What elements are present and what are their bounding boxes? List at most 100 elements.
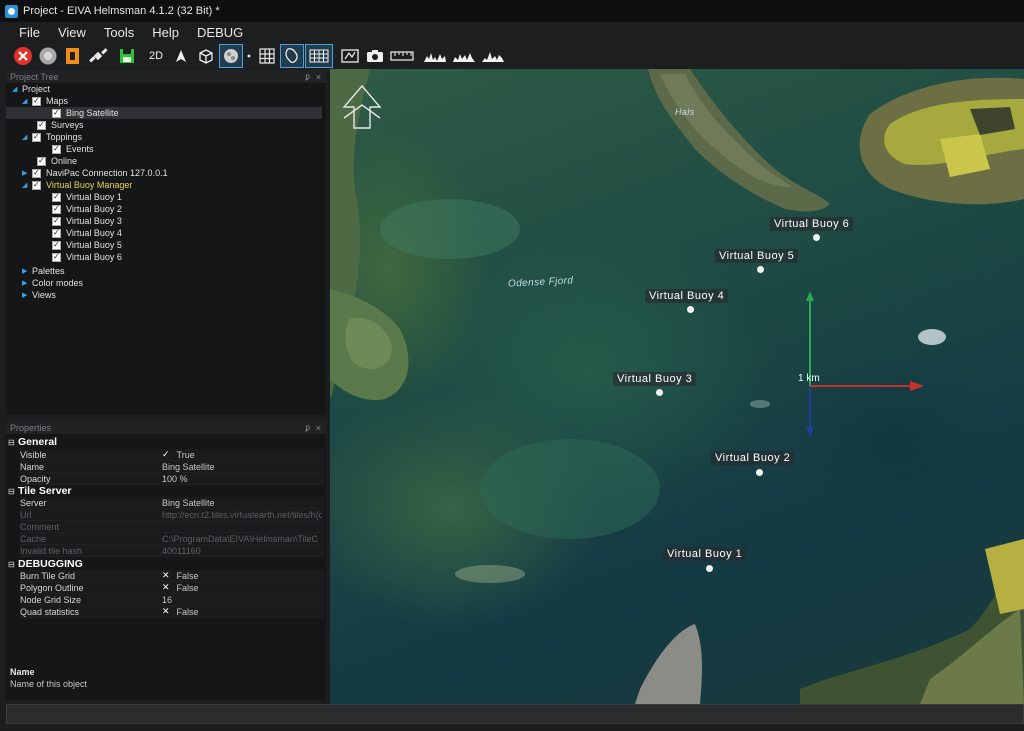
tree-item-bing-satellite[interactable]: Bing Satellite — [6, 107, 322, 119]
disc-icon[interactable] — [37, 45, 59, 67]
grid-icon[interactable] — [256, 45, 278, 67]
collapse-toggle-icon[interactable]: ⊟ — [6, 560, 18, 569]
checkbox[interactable] — [52, 228, 61, 238]
buoy-label-1[interactable]: Virtual Buoy 1 — [663, 547, 747, 561]
checkbox[interactable] — [37, 156, 46, 166]
category-tile-server[interactable]: ⊟ Tile Server — [6, 485, 326, 497]
collapse-toggle-icon[interactable]: ⊟ — [6, 438, 18, 447]
prop-polygon-outline[interactable]: Polygon Outline ✕ False — [20, 582, 324, 594]
prop-value[interactable]: Bing Satellite — [162, 462, 322, 472]
buoy-marker-3[interactable] — [656, 389, 663, 396]
collapsed-arrow-icon[interactable]: ▶ — [22, 267, 32, 275]
tree-item-label: Project — [22, 84, 51, 94]
checkbox[interactable] — [52, 252, 61, 262]
checkbox[interactable] — [37, 120, 46, 130]
save-icon[interactable] — [116, 45, 138, 67]
sphere-icon[interactable] — [219, 43, 243, 68]
checkbox[interactable] — [32, 96, 41, 106]
checkbox[interactable] — [52, 144, 61, 154]
tree-item-virtual-buoy-manager[interactable]: ◢ Virtual Buoy Manager — [22, 179, 132, 191]
menu-debug[interactable]: DEBUG — [188, 25, 252, 40]
ruler-icon[interactable] — [389, 45, 415, 67]
tree-item-project[interactable]: ◢ Project — [12, 83, 50, 95]
camera-icon[interactable] — [364, 45, 386, 67]
export-icon[interactable] — [62, 45, 84, 67]
buoy-label-3[interactable]: Virtual Buoy 3 — [613, 372, 697, 386]
checkbox[interactable] — [32, 168, 41, 178]
prop-burn-tile-grid[interactable]: Burn Tile Grid ✕ False — [20, 570, 324, 582]
buoy-label-6[interactable]: Virtual Buoy 6 — [770, 217, 854, 231]
menu-tools[interactable]: Tools — [95, 25, 143, 40]
tree-item-virtual-buoy-2[interactable]: Virtual Buoy 2 — [52, 203, 122, 215]
checkbox[interactable] — [52, 240, 61, 250]
prop-name-field[interactable]: Name Bing Satellite — [20, 461, 324, 473]
profile-icon-3[interactable] — [480, 45, 506, 67]
tree-item-virtual-buoy-1[interactable]: Virtual Buoy 1 — [52, 191, 122, 203]
checkbox[interactable] — [32, 180, 41, 190]
profile-icon[interactable] — [422, 45, 448, 67]
category-debugging[interactable]: ⊟ DEBUGGING — [6, 558, 326, 570]
collapsed-arrow-icon[interactable]: ▶ — [22, 291, 32, 299]
buoy-marker-2[interactable] — [756, 469, 763, 476]
buoy-label-5[interactable]: Virtual Buoy 5 — [715, 249, 799, 263]
category-general[interactable]: ⊟ General — [6, 436, 326, 448]
profile-icon-2[interactable] — [451, 45, 477, 67]
stop-icon[interactable] — [12, 45, 34, 67]
tree-item-events[interactable]: Events — [52, 143, 94, 155]
tree-item-surveys[interactable]: Surveys — [37, 119, 84, 131]
map-view[interactable]: Hals Odense Fjord 1 km Virtual Buoy 1 Vi… — [330, 69, 1024, 704]
tree-item-toppings[interactable]: ◢ Toppings — [22, 131, 82, 143]
view-2d-icon[interactable]: 2D — [145, 45, 167, 67]
menu-file[interactable]: File — [10, 25, 49, 40]
north-arrow-icon[interactable] — [170, 45, 192, 67]
checkbox[interactable] — [52, 108, 61, 118]
tree-item-online[interactable]: Online — [37, 155, 77, 167]
checkbox[interactable] — [52, 204, 61, 214]
tree-item-virtual-buoy-4[interactable]: Virtual Buoy 4 — [52, 227, 122, 239]
collapsed-arrow-icon[interactable]: ▶ — [22, 279, 32, 287]
collapsed-arrow-icon[interactable]: ▶ — [22, 169, 32, 177]
expanded-arrow-icon[interactable]: ◢ — [22, 133, 32, 141]
expanded-arrow-icon[interactable]: ◢ — [12, 85, 22, 93]
tree-item-palettes[interactable]: ▶ Palettes — [22, 265, 65, 277]
pin-icon[interactable]: ᵱ — [306, 423, 310, 432]
tree-item-virtual-buoy-5[interactable]: Virtual Buoy 5 — [52, 239, 122, 251]
buoy-label-4[interactable]: Virtual Buoy 4 — [645, 289, 729, 303]
chart-map-icon[interactable] — [339, 45, 361, 67]
tree-item-navipac-connection[interactable]: ▶ NaviPac Connection 127.0.0.1 — [22, 167, 168, 179]
prop-value[interactable]: Bing Satellite — [162, 498, 322, 508]
prop-value[interactable]: 16 — [162, 595, 322, 605]
checkbox[interactable] — [32, 132, 41, 142]
prop-visible[interactable]: Visible ✓ True — [20, 449, 324, 461]
tree-item-maps[interactable]: ◢ Maps — [22, 95, 68, 107]
tile-grid-icon[interactable] — [305, 43, 333, 68]
prop-value[interactable]: 100 % — [162, 474, 322, 484]
tree-item-virtual-buoy-3[interactable]: Virtual Buoy 3 — [52, 215, 122, 227]
prop-opacity[interactable]: Opacity 100 % — [20, 473, 324, 485]
tree-item-color-modes[interactable]: ▶ Color modes — [22, 277, 83, 289]
checkbox[interactable] — [52, 192, 61, 202]
buoy-marker-1[interactable] — [706, 565, 713, 572]
menu-view[interactable]: View — [49, 25, 95, 40]
pin-icon[interactable]: ᵱ — [306, 72, 310, 81]
tree-item-virtual-buoy-6[interactable]: Virtual Buoy 6 — [52, 251, 122, 263]
prop-quad-statistics[interactable]: Quad statistics ✕ False — [20, 606, 324, 618]
buoy-marker-5[interactable] — [757, 266, 764, 273]
expanded-arrow-icon[interactable]: ◢ — [22, 181, 32, 189]
menu-help[interactable]: Help — [143, 25, 188, 40]
expanded-arrow-icon[interactable]: ◢ — [22, 97, 32, 105]
close-icon[interactable]: × — [316, 423, 321, 433]
prop-server[interactable]: Server Bing Satellite — [20, 497, 324, 509]
map-outline-icon[interactable] — [280, 43, 304, 68]
cube-icon[interactable] — [195, 45, 217, 67]
prop-node-grid-size[interactable]: Node Grid Size 16 — [20, 594, 324, 606]
dropdown-dot-icon[interactable] — [245, 45, 253, 67]
satellite-icon[interactable] — [87, 45, 109, 67]
buoy-marker-6[interactable] — [813, 234, 820, 241]
buoy-label-2[interactable]: Virtual Buoy 2 — [711, 451, 795, 465]
checkbox[interactable] — [52, 216, 61, 226]
close-icon[interactable]: × — [316, 72, 321, 82]
buoy-marker-4[interactable] — [687, 306, 694, 313]
collapse-toggle-icon[interactable]: ⊟ — [6, 487, 18, 496]
tree-item-views[interactable]: ▶ Views — [22, 289, 56, 301]
